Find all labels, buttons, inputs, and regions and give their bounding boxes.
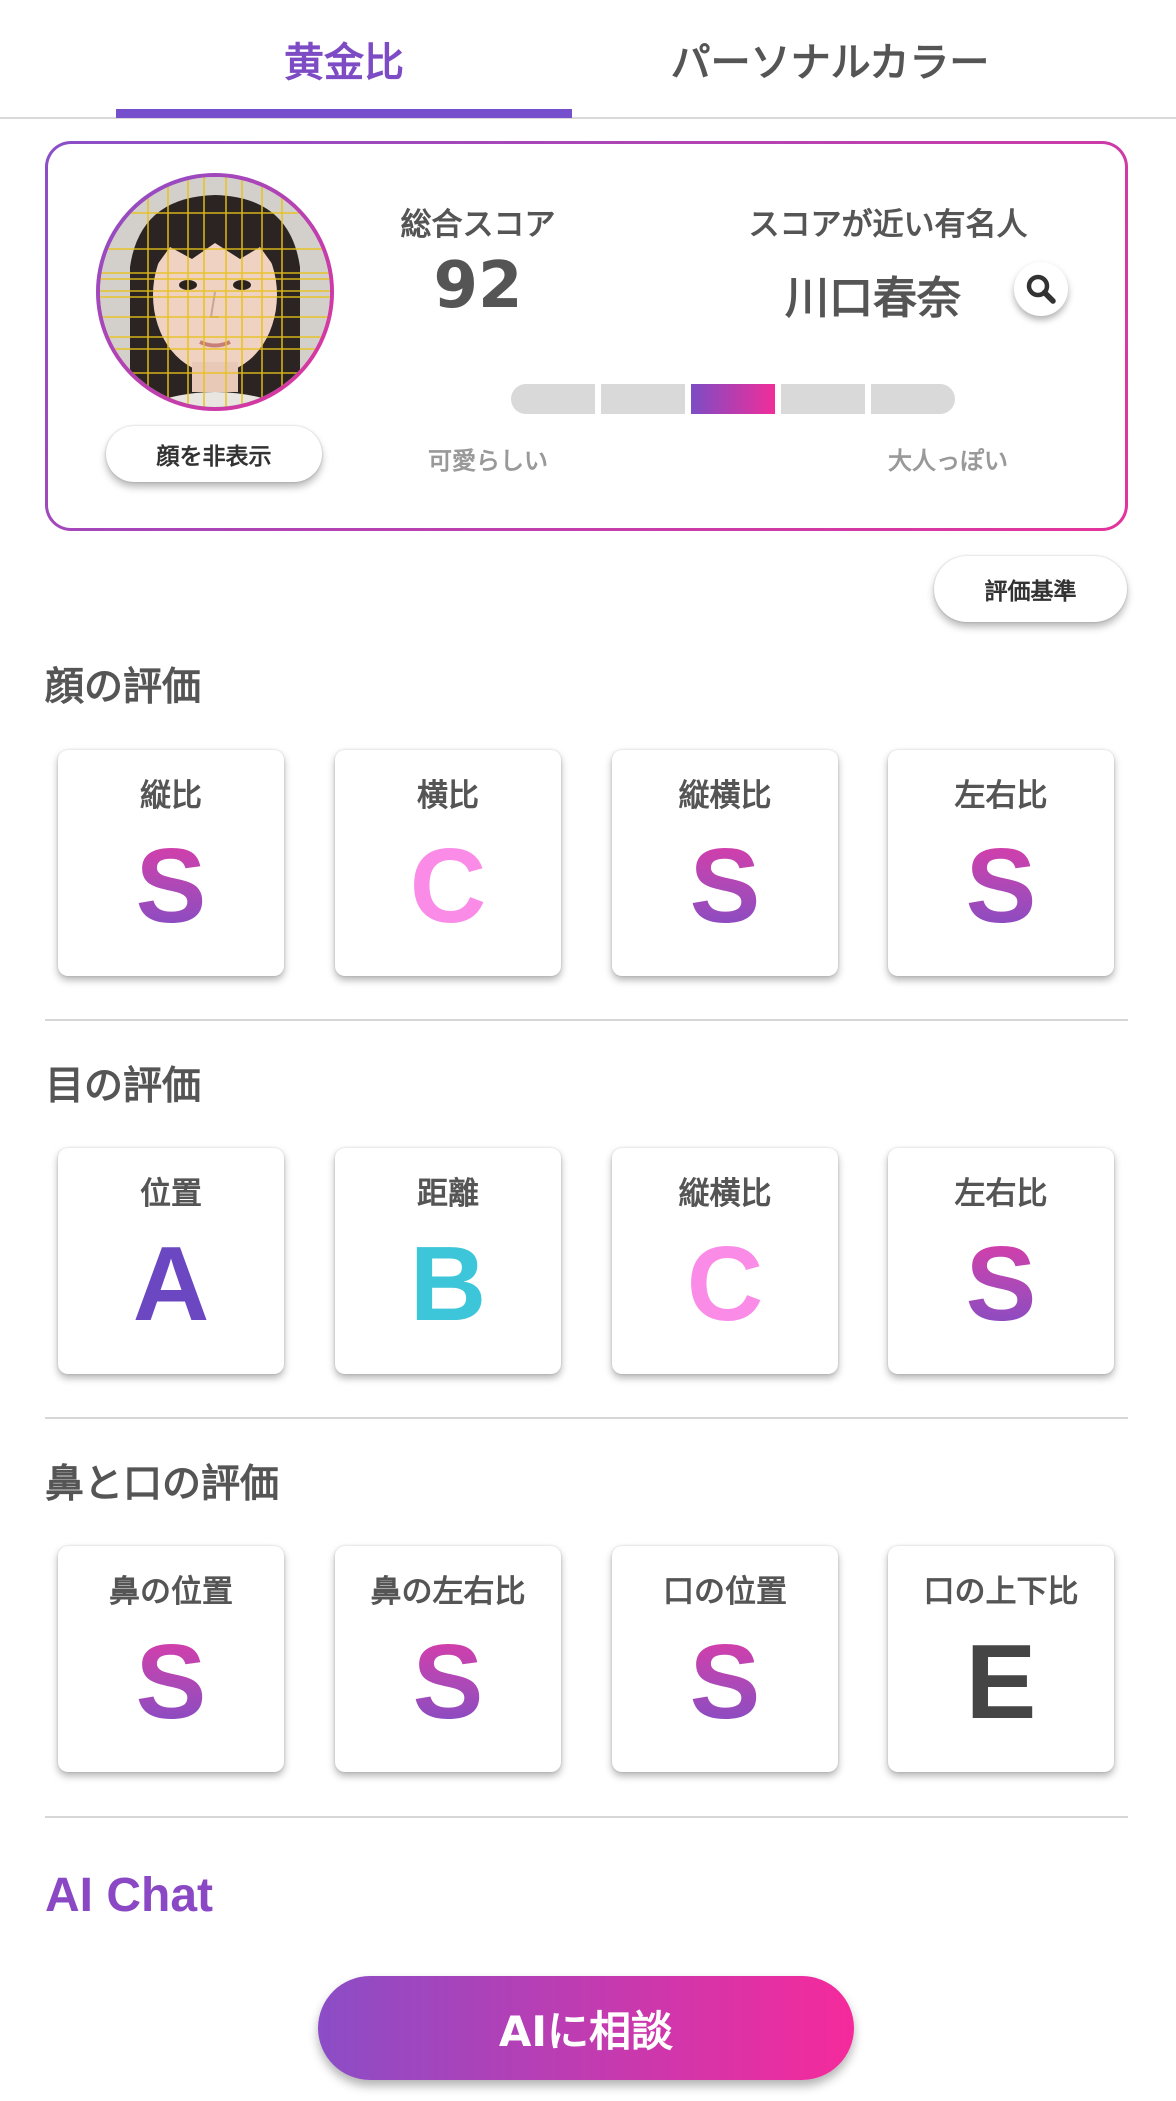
- grade-label: 鼻の左右比: [370, 1574, 526, 1610]
- similar-celebrity-name: 川口春奈: [785, 273, 961, 324]
- hide-face-button[interactable]: 顔を非表示: [106, 426, 322, 482]
- grade-card-face-symmetry[interactable]: 左右比 S: [888, 750, 1114, 976]
- section-title-nose-mouth: 鼻と口の評価: [45, 1462, 280, 1507]
- section-divider: [45, 1816, 1128, 1818]
- grade-letter: B: [409, 1225, 487, 1343]
- grade-label: 縦横比: [678, 778, 772, 814]
- grade-letter: S: [335, 1624, 561, 1741]
- grade-label: 左右比: [954, 1176, 1048, 1212]
- grade-letter: S: [58, 828, 284, 945]
- search-celebrity-button[interactable]: [1014, 262, 1068, 316]
- tab-golden-ratio[interactable]: 黄金比: [116, 0, 572, 117]
- grade-card-eye-aspect[interactable]: 縦横比 C: [612, 1148, 838, 1374]
- tab-personal-color[interactable]: パーソナルカラー: [600, 0, 1060, 117]
- grade-card-nose-position[interactable]: 鼻の位置 S: [58, 1546, 284, 1772]
- grade-letter: E: [965, 1623, 1037, 1741]
- ai-chat-title: AI Chat: [45, 1869, 213, 1922]
- grade-label: 横比: [417, 778, 479, 814]
- grade-card-nose-symmetry[interactable]: 鼻の左右比 S: [335, 1546, 561, 1772]
- active-tab-indicator: [116, 109, 572, 118]
- grade-label: 左右比: [954, 778, 1048, 814]
- grade-label: 距離: [417, 1176, 479, 1212]
- search-icon: [1026, 274, 1056, 304]
- grade-card-mouth-position[interactable]: 口の位置 S: [612, 1546, 838, 1772]
- grade-label: 口の位置: [663, 1574, 787, 1610]
- total-score-value: 92: [433, 249, 523, 323]
- grade-label: 縦比: [140, 778, 202, 814]
- evaluation-criteria-button[interactable]: 評価基準: [934, 556, 1127, 622]
- similar-celebrity-label: スコアが近い有名人: [748, 207, 1028, 243]
- meter-label-mature: 大人っぽい: [888, 447, 1008, 475]
- grade-card-eye-distance[interactable]: 距離 B: [335, 1148, 561, 1374]
- grade-card-mouth-ratio[interactable]: 口の上下比 E: [888, 1546, 1114, 1772]
- grade-letter: C: [686, 1225, 764, 1343]
- ai-consult-button[interactable]: AIに相談: [318, 1976, 854, 2080]
- grade-label: 鼻の位置: [109, 1574, 233, 1610]
- meter-segment: [511, 384, 595, 414]
- face-grid-overlay: [100, 177, 330, 407]
- grade-letter: S: [58, 1624, 284, 1741]
- section-divider: [45, 1417, 1128, 1419]
- grade-label: 口の上下比: [923, 1574, 1079, 1610]
- grade-card-eye-position[interactable]: 位置 A: [58, 1148, 284, 1374]
- meter-segment: [871, 384, 955, 414]
- tab-bar: 黄金比 パーソナルカラー: [0, 0, 1176, 119]
- grade-letter: S: [612, 828, 838, 945]
- face-photo: [96, 173, 334, 411]
- meter-segment: [781, 384, 865, 414]
- meter-segment: [601, 384, 685, 414]
- grade-label: 縦横比: [678, 1176, 772, 1212]
- grade-card-eye-symmetry[interactable]: 左右比 S: [888, 1148, 1114, 1374]
- grade-letter: A: [132, 1225, 210, 1343]
- grade-card-face-horizontal[interactable]: 横比 C: [335, 750, 561, 976]
- grade-label: 位置: [140, 1176, 202, 1212]
- section-divider: [45, 1019, 1128, 1021]
- total-score-label: 総合スコア: [400, 207, 556, 243]
- grade-letter: S: [888, 828, 1114, 945]
- style-meter: [511, 384, 955, 414]
- section-title-eyes: 目の評価: [45, 1064, 202, 1109]
- section-title-face: 顔の評価: [45, 665, 202, 710]
- grade-card-face-aspect[interactable]: 縦横比 S: [612, 750, 838, 976]
- grade-letter: C: [409, 827, 487, 945]
- grade-card-face-vertical[interactable]: 縦比 S: [58, 750, 284, 976]
- meter-label-cute: 可愛らしい: [428, 447, 548, 475]
- score-card: 顔を非表示 総合スコア 92 スコアが近い有名人 川口春奈 可愛らしい 大人っぽ…: [45, 141, 1128, 531]
- grade-letter: S: [888, 1226, 1114, 1343]
- grade-letter: S: [612, 1624, 838, 1741]
- meter-segment-active: [691, 384, 775, 414]
